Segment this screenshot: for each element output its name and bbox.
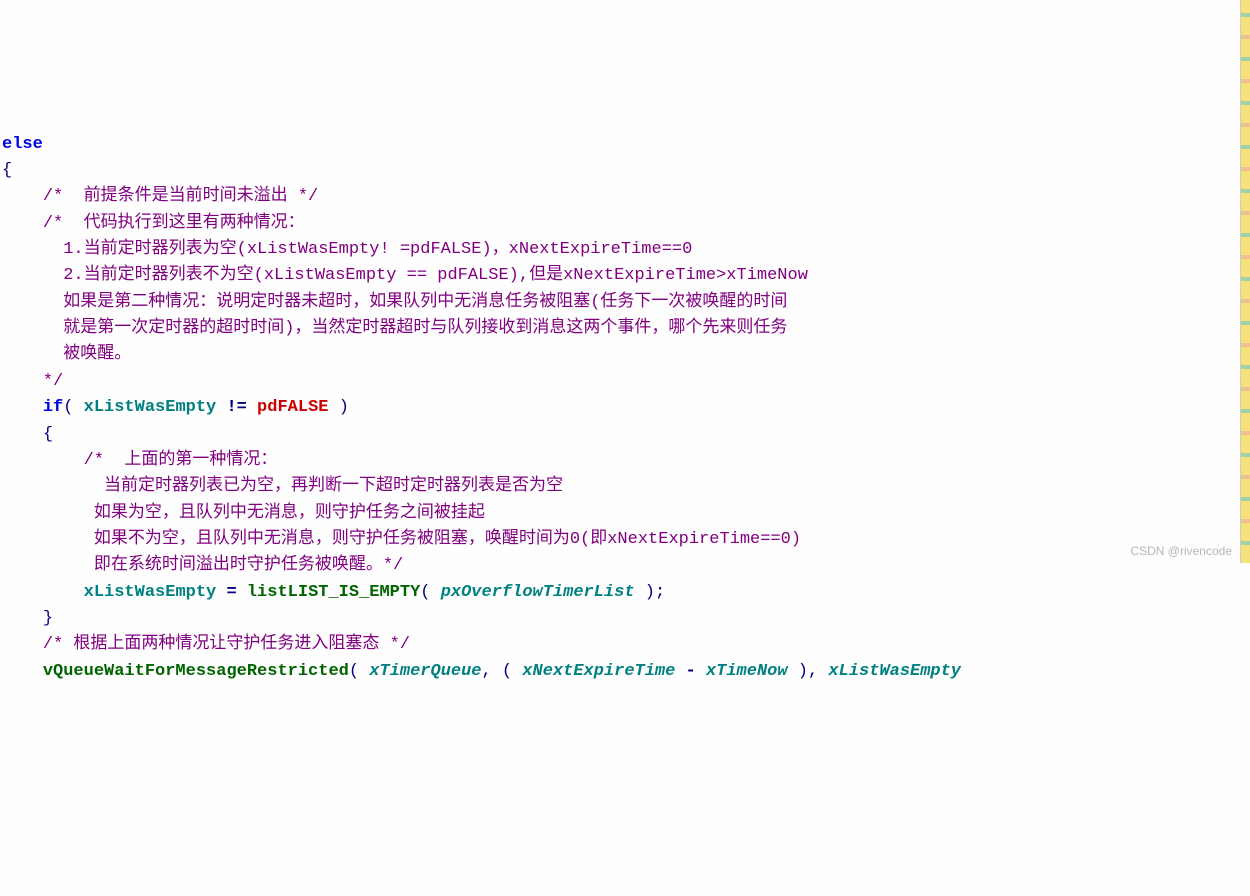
identifier-lhs: xListWasEmpty bbox=[84, 583, 217, 602]
function-call: listLIST_IS_EMPTY bbox=[247, 583, 420, 602]
comma: , bbox=[482, 662, 492, 681]
watermark-text: CSDN @rivencode bbox=[1130, 542, 1232, 561]
paren-close: ) bbox=[798, 662, 808, 681]
operator-neq: != bbox=[226, 398, 246, 417]
identifier-arg: xTimeNow bbox=[696, 662, 798, 681]
paren-open: ( bbox=[63, 398, 73, 417]
paren-close: ) bbox=[645, 583, 655, 602]
comment: 当前定时器列表已为空，再判断一下超时定时器列表是否为空 bbox=[104, 477, 563, 496]
comment: 即在系统时间溢出时守护任务被唤醒。*/ bbox=[84, 556, 404, 575]
identifier-arg: xNextExpireTime bbox=[512, 662, 685, 681]
keyword-else: else bbox=[2, 135, 43, 154]
comment: /* 根据上面两种情况让守护任务进入阻塞态 */ bbox=[43, 635, 410, 654]
code-block: else { /* 前提条件是当前时间未溢出 */ /* 代码执行到这里有两种情… bbox=[0, 105, 1250, 685]
comment: 被唤醒。 bbox=[63, 345, 131, 364]
paren-open: ( bbox=[349, 662, 359, 681]
comment: /* 代码执行到这里有两种情况： bbox=[43, 214, 305, 233]
comment: 就是第一次定时器的超时时间)，当然定时器超时与队列接收到消息这两个事件，哪个先来… bbox=[63, 319, 787, 338]
editor-gutter-right bbox=[1240, 0, 1250, 563]
comment: 如果为空，且队列中无消息，则守护任务之间被挂起 bbox=[84, 504, 485, 523]
keyword-if: if bbox=[43, 398, 63, 417]
operator-minus: - bbox=[686, 662, 696, 681]
paren-open: ( bbox=[420, 583, 430, 602]
brace-open: { bbox=[2, 161, 12, 180]
identifier-arg: xTimerQueue bbox=[359, 662, 481, 681]
comment-end: */ bbox=[43, 372, 63, 391]
identifier: xListWasEmpty bbox=[73, 398, 226, 417]
identifier-arg: xListWasEmpty bbox=[818, 662, 961, 681]
brace-open: { bbox=[43, 425, 53, 444]
comma: , bbox=[808, 662, 818, 681]
comment: 2.当前定时器列表不为空(xListWasEmpty == pdFALSE),但… bbox=[63, 266, 808, 285]
identifier-arg: pxOverflowTimerList bbox=[431, 583, 645, 602]
comment: 1.当前定时器列表为空(xListWasEmpty! =pdFALSE)，xNe… bbox=[63, 240, 692, 259]
paren-close: ) bbox=[339, 398, 349, 417]
function-call: vQueueWaitForMessageRestricted bbox=[43, 662, 349, 681]
macro-pdFALSE: pdFALSE bbox=[247, 398, 339, 417]
comment: 如果不为空，且队列中无消息，则守护任务被阻塞，唤醒时间为0(即xNextExpi… bbox=[84, 530, 801, 549]
comment: 如果是第二种情况：说明定时器未超时，如果队列中无消息任务被阻塞(任务下一次被唤醒… bbox=[63, 293, 787, 312]
brace-close: } bbox=[43, 609, 53, 628]
semicolon: ; bbox=[655, 583, 665, 602]
comment: /* 前提条件是当前时间未溢出 */ bbox=[43, 187, 318, 206]
paren-open: ( bbox=[492, 662, 512, 681]
comment: /* 上面的第一种情况： bbox=[84, 451, 278, 470]
operator-assign: = bbox=[216, 583, 247, 602]
